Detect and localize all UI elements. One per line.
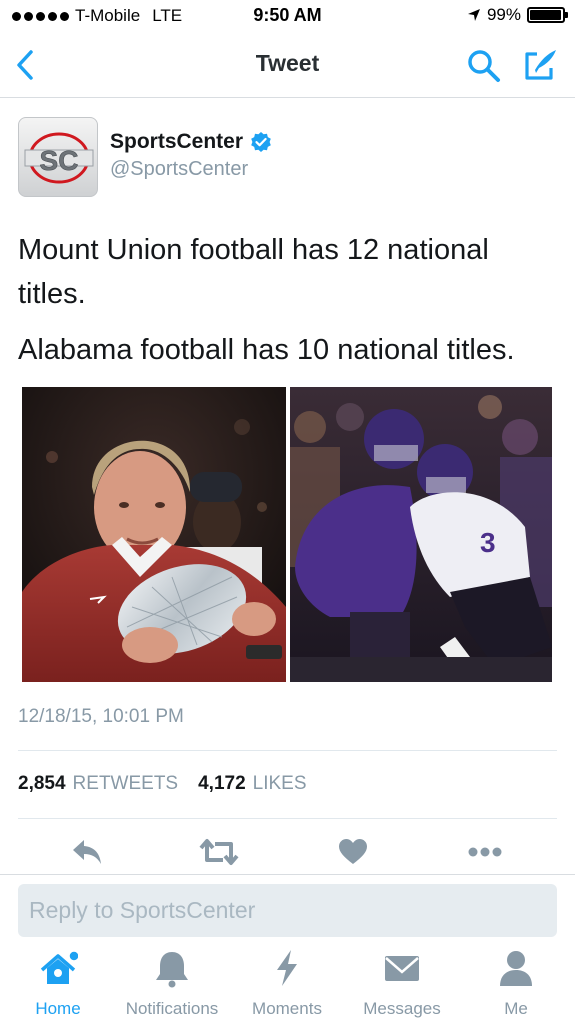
heart-icon[interactable] [338,834,368,870]
tab-label: Me [504,999,528,1018]
retweet-label[interactable]: RETWEETS [73,773,179,795]
reply-input[interactable] [18,884,557,937]
person-icon [500,951,532,986]
avatar-text: SC [40,145,79,176]
bell-icon [156,952,188,988]
search-icon[interactable] [466,48,502,84]
tweet-timestamp: 12/18/15, 10:01 PM [18,706,184,727]
reply-icon[interactable] [70,834,104,870]
status-bar: T-Mobile LTE 9:50 AM 99% [0,0,575,34]
tab-bar: Home Notifications Moments Messages Me [0,948,575,1024]
tab-label: Notifications [125,999,219,1018]
tab-label: Home [35,999,81,1018]
tab-moments[interactable]: Moments [245,948,329,1019]
status-right: 99% [467,5,568,25]
tweet-photo-2[interactable]: 3 [290,387,552,682]
home-icon [40,950,78,984]
avatar[interactable]: SC [18,117,98,197]
tweet-photo-1[interactable] [22,387,286,682]
tab-notifications[interactable]: Notifications [116,948,228,1019]
retweet-icon[interactable] [199,834,239,870]
battery-percent: 99% [486,5,521,24]
retweet-count[interactable]: 2,854 [18,773,66,795]
compose-icon[interactable] [521,46,559,84]
tweet-stats: 2,854 RETWEETS 4,172 LIKES [18,773,307,795]
tab-home[interactable]: Home [32,948,84,1019]
battery-icon [527,7,568,23]
tab-messages[interactable]: Messages [358,948,446,1019]
lightning-icon [277,950,297,986]
author-handle[interactable]: @SportsCenter [110,158,248,181]
envelope-icon [385,956,419,981]
author-name-row[interactable]: SportsCenter [110,130,272,154]
tweet-text-line-2: Alabama football has 10 national titles. [18,334,515,366]
tweet-text-line-1: Mount Union football has 12 national tit… [18,234,489,310]
location-arrow-icon [467,9,480,21]
divider [18,818,557,819]
sportscenter-logo-icon: SC [24,132,94,184]
navigation-bar: Tweet [0,34,575,98]
tab-label: Messages [363,999,441,1018]
divider [18,750,557,751]
tab-label: Moments [252,999,322,1018]
like-label[interactable]: LIKES [253,773,307,795]
tab-me[interactable]: Me [496,948,536,1019]
jersey-number: 3 [480,527,496,558]
divider [0,874,575,875]
more-icon[interactable] [467,834,503,870]
author-name[interactable]: SportsCenter [110,130,243,154]
like-count[interactable]: 4,172 [198,773,246,795]
verified-badge-icon [251,132,271,152]
